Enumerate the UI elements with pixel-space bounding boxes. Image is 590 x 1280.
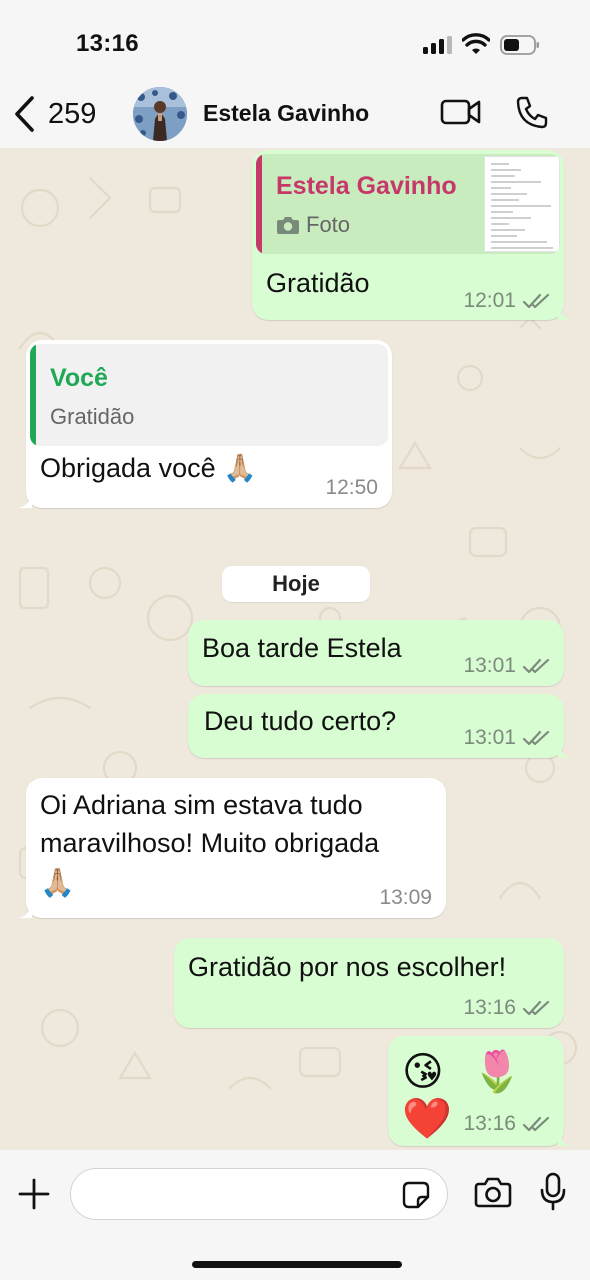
message-bubble-outgoing[interactable]: Estela Gavinho Foto Gratidão 12:01 — [252, 150, 572, 320]
quoted-message[interactable]: Você Gratidão — [30, 344, 388, 446]
message-time: 12:01 — [463, 289, 516, 312]
message-text-label: Obrigada você 🙏🏼 — [40, 453, 257, 483]
message-time: 12:50 — [325, 476, 378, 499]
message-time: 13:16 — [463, 1112, 516, 1135]
phone-call-icon[interactable] — [515, 95, 549, 129]
message-bubble-outgoing[interactable]: Boa tarde Estela 13:01 — [188, 620, 564, 686]
message-meta: 12:01 — [463, 289, 552, 313]
chat-header: 259 Estela Gavinho — [0, 80, 590, 148]
day-separator: Hoje — [222, 566, 370, 602]
plus-icon[interactable] — [16, 1176, 52, 1212]
status-time: 13:16 — [76, 30, 139, 57]
double-check-icon — [522, 1116, 550, 1132]
photo-thumbnail[interactable] — [484, 156, 560, 252]
contact-avatar[interactable] — [133, 87, 187, 141]
bubble-tail — [558, 1130, 572, 1146]
message-text: Gratidão por nos escolher! — [188, 952, 507, 982]
message-time: 13:16 — [463, 996, 516, 1019]
battery-icon — [500, 35, 539, 55]
camera-icon[interactable] — [474, 1176, 512, 1208]
camera-icon — [277, 217, 299, 234]
composer-bar — [0, 1150, 590, 1280]
unread-count: 259 — [48, 97, 97, 130]
cellular-signal-icon — [423, 36, 453, 54]
message-bubble-outgoing[interactable]: Deu tudo certo? 13:01 — [188, 694, 572, 758]
message-text: Boa tarde Estela — [202, 633, 402, 663]
back-chevron-icon — [15, 96, 34, 132]
message-time: 13:09 — [379, 886, 432, 909]
bubble-tail — [18, 902, 32, 918]
quote-author: Estela Gavinho — [276, 172, 457, 200]
sticker-icon[interactable] — [401, 1180, 431, 1210]
wifi-icon — [462, 33, 490, 54]
quote-text: Gratidão — [50, 404, 135, 429]
quote-accent-bar — [30, 344, 36, 446]
message-meta: 12:50 — [325, 476, 378, 500]
home-indicator — [192, 1261, 402, 1268]
back-button[interactable]: 259 — [12, 94, 112, 134]
message-bubble-incoming[interactable]: Oi Adriana sim estava tudo maravilhoso! … — [18, 778, 446, 918]
message-input[interactable] — [70, 1168, 448, 1220]
double-check-icon — [522, 1000, 550, 1016]
double-check-icon — [522, 658, 550, 674]
message-meta: 13:01 — [463, 726, 552, 750]
chat-area[interactable]: Estela Gavinho Foto Gratidão 12:01 Você — [0, 148, 590, 1150]
message-text: Deu tudo certo? — [204, 706, 397, 736]
message-text-line: maravilhoso! Muito obrigada — [40, 828, 380, 858]
message-meta: 13:16 — [463, 1112, 552, 1136]
status-bar: 13:16 — [0, 0, 590, 80]
message-meta: 13:01 — [463, 654, 552, 678]
message-time: 13:01 — [463, 654, 516, 677]
quote-text: Foto — [276, 212, 350, 238]
quote-author: Você — [50, 364, 108, 392]
quote-text-label: Foto — [306, 212, 351, 237]
double-check-icon — [522, 293, 550, 309]
contact-name[interactable]: Estela Gavinho — [203, 100, 369, 127]
message-time: 13:01 — [463, 726, 516, 749]
quote-accent-bar — [256, 154, 262, 254]
message-meta: 13:16 — [463, 996, 552, 1020]
bubble-tail — [558, 304, 572, 320]
message-bubble-incoming[interactable]: Você Gratidão Obrigada você 🙏🏼 12:50 — [18, 340, 392, 508]
message-bubble-outgoing[interactable]: 😘 🌷 ❤️ 13:16 — [388, 1036, 572, 1146]
message-text-line: 🙏🏼 — [40, 866, 75, 899]
video-call-icon[interactable] — [440, 97, 482, 127]
bubble-tail — [558, 742, 572, 758]
message-text: Gratidão — [266, 268, 370, 298]
double-check-icon — [522, 730, 550, 746]
message-bubble-outgoing[interactable]: Gratidão por nos escolher! 13:16 — [174, 938, 564, 1028]
message-text: Obrigada você 🙏🏼 — [40, 452, 257, 484]
microphone-icon[interactable] — [539, 1172, 567, 1212]
quoted-message[interactable]: Estela Gavinho Foto — [256, 154, 560, 254]
message-meta: 13:09 — [379, 886, 432, 910]
bubble-tail — [18, 492, 32, 508]
message-text-line: Oi Adriana sim estava tudo — [40, 790, 363, 820]
